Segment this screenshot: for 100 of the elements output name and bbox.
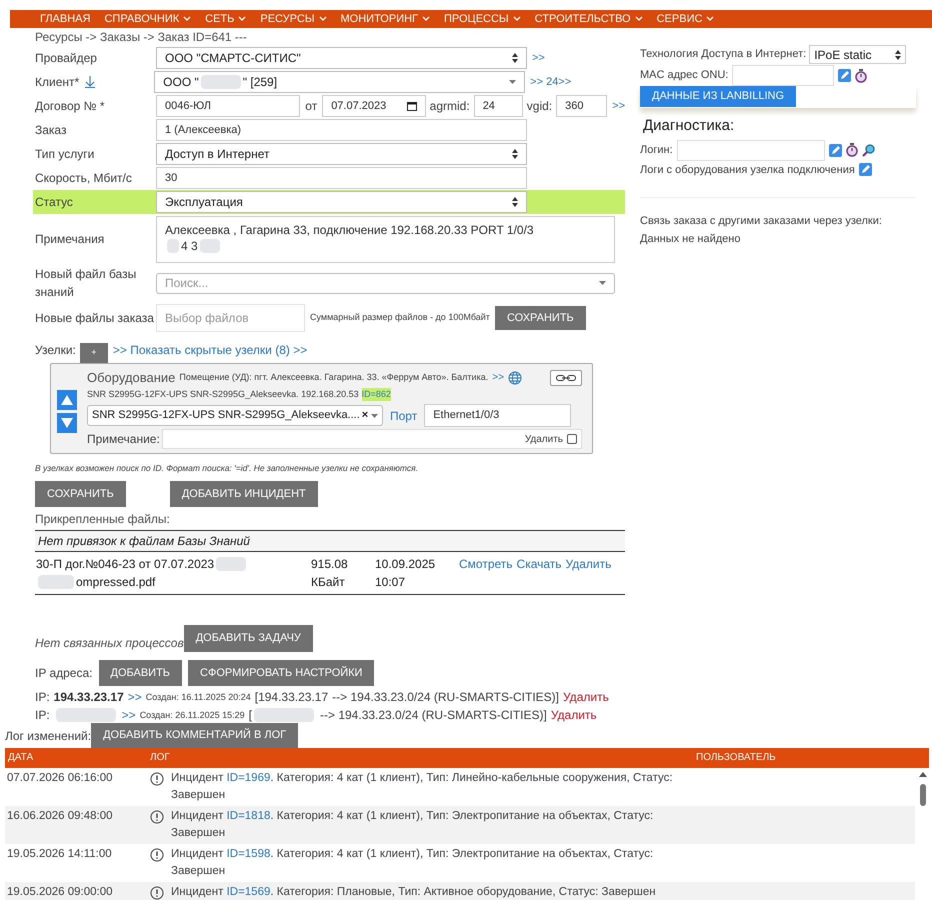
contract-link[interactable]: >> xyxy=(612,98,626,114)
delete-checkbox[interactable] xyxy=(567,434,577,444)
caret-icon xyxy=(634,16,643,22)
dropdown-icon xyxy=(509,80,516,84)
field-label: Статус xyxy=(35,194,74,211)
globe-icon[interactable] xyxy=(508,370,522,385)
kb-note: Нет привязок к файлам Базы Знаний xyxy=(35,531,625,552)
client-select[interactable]: ООО " " [259] xyxy=(154,71,526,93)
edit-icon[interactable] xyxy=(858,163,872,176)
node-note-field[interactable]: Удалить xyxy=(162,429,582,449)
notes-textarea[interactable]: Алексеевка , Гагарина 33, подключение 192.168.20.33 PORT 1/0/3 4 3 xyxy=(156,216,615,262)
incident-link[interactable]: ID=1818 xyxy=(226,810,270,822)
nav-menu-item[interactable]: СЕТЬ xyxy=(205,10,246,28)
mac-field[interactable] xyxy=(732,65,834,86)
redacted-blur xyxy=(167,238,179,252)
save-files-button[interactable]: СОХРАНИТЬ xyxy=(494,306,586,330)
provider-link[interactable]: >> xyxy=(532,50,545,66)
nodes-hint: В узелках возможен поиск по ID. Формат поиска: '=id'. Не заполненные узелки не сохраняются. xyxy=(35,462,419,475)
ip-prefix: IP: xyxy=(35,689,50,706)
add-log-comment-button[interactable]: ДОБАВИТЬ КОММЕНТАРИЙ В ЛОГ xyxy=(91,723,298,748)
redacted-blur xyxy=(200,75,241,89)
port-field[interactable]: Ethernet1/0/3 xyxy=(424,404,572,427)
log-date: 16.06.2026 09:48:00 xyxy=(6,808,114,824)
show-hidden-nodes-link[interactable]: >> Показать скрытые узелки (8) >> xyxy=(112,341,308,359)
ip-prefix: IP: xyxy=(35,707,50,724)
nav-menu-item[interactable]: РЕСУРСЫ xyxy=(260,10,326,28)
caret-icon xyxy=(318,16,326,22)
ip-route: --> 194.33.23.0/24 (RU-SMARTS-CITIES)] xyxy=(332,689,559,706)
stopwatch-icon[interactable] xyxy=(846,143,858,157)
vgid-field[interactable]: 360 xyxy=(556,95,608,117)
service-type-select[interactable]: Доступ в Интернет xyxy=(156,143,527,165)
provider-select[interactable]: ООО "СМАРТС-СИТИС" xyxy=(156,47,527,69)
ip-route: --> 194.33.23.0/24 (RU-SMARTS-CITIES)] xyxy=(320,707,547,724)
clear-icon[interactable]: × xyxy=(362,407,368,424)
field-label: Договор № * xyxy=(35,98,106,115)
ip-created: Создан: 26.11.2025 15:29 xyxy=(140,708,245,722)
lanbilling-button[interactable]: ДАННЫЕ ИЗ LANBILLING xyxy=(640,86,796,107)
edit-icon[interactable] xyxy=(828,144,842,156)
port-label[interactable]: Порт xyxy=(390,406,418,424)
stopwatch-icon[interactable] xyxy=(855,68,868,82)
field-label: Новые файлы заказа xyxy=(35,310,155,327)
order-field[interactable]: 1 (Алексеевка) xyxy=(156,119,527,141)
incident-link[interactable]: ID=1569 xyxy=(226,886,270,898)
field-label: IP адреса: xyxy=(35,665,92,682)
redacted-blur xyxy=(56,708,116,722)
link-button[interactable] xyxy=(550,370,582,386)
updown-icon xyxy=(895,50,902,60)
nav-menu-item[interactable]: СТРОИТЕЛЬСТВО xyxy=(534,10,643,28)
nav-menu-item[interactable]: МОНИТОРИНГ xyxy=(340,10,430,28)
field-label: от xyxy=(305,98,318,115)
ip-action-button[interactable]: ДОБАВИТЬ xyxy=(98,660,182,686)
log-entry: Инцидент ID=1818. Категория: 4 кат (1 клиент), Тип: Электропитание на объектах, Статус: Завершен xyxy=(171,808,654,841)
field-label: Лог изменений: xyxy=(5,728,92,744)
move-up-button[interactable] xyxy=(57,390,77,410)
add-node-button[interactable]: + xyxy=(80,342,108,362)
edit-icon[interactable] xyxy=(838,69,852,82)
contract-date-field[interactable]: 07.07.2023 xyxy=(322,95,426,117)
redacted-blur xyxy=(254,708,314,722)
redacted-blur xyxy=(216,557,246,572)
action-button[interactable]: ДОБАВИТЬ ИНЦИДЕНТ xyxy=(170,480,318,508)
incident-link[interactable]: ID=1969 xyxy=(226,772,270,784)
redacted-blur xyxy=(200,238,220,252)
field-label: Узелки: xyxy=(35,342,76,359)
search-icon[interactable] xyxy=(862,144,875,156)
nav-menu-item[interactable]: СЕРВИС xyxy=(656,10,714,28)
file-picker[interactable]: Выбор файлов xyxy=(156,304,305,332)
field-label: Примечания xyxy=(35,231,106,248)
ip-link[interactable]: >> xyxy=(128,688,142,706)
file-action-link[interactable]: Скачать xyxy=(516,555,562,574)
kb-file-search[interactable]: Поиск... xyxy=(156,272,615,294)
location-link[interactable]: >> xyxy=(492,370,504,386)
incident-link[interactable]: ID=1598 xyxy=(226,848,270,860)
agrmid-field[interactable]: 24 xyxy=(474,95,523,117)
field-label: Заказ xyxy=(35,122,68,139)
field-label: Примечание: xyxy=(87,431,160,448)
ip-action-button[interactable]: СФОРМИРОВАТЬ НАСТРОЙКИ xyxy=(188,660,374,686)
log-entry: Инцидент ID=1969. Категория: 4 кат (1 клиент), Тип: Линейно-кабельные сооружения, Статус: Завершен xyxy=(171,770,674,803)
contract-number-field[interactable]: 0046-ЮЛ xyxy=(156,95,300,117)
action-button[interactable]: СОХРАНИТЬ xyxy=(35,480,126,508)
calendar-icon[interactable] xyxy=(406,101,417,111)
nav-menu-item[interactable]: ГЛАВНАЯ xyxy=(40,10,90,28)
file-time: 10:07 xyxy=(375,574,406,592)
status-select[interactable]: Эксплуатация xyxy=(156,191,527,213)
speed-field[interactable]: 30 xyxy=(156,167,527,189)
nav-menu-item[interactable]: СПРАВОЧНИК xyxy=(104,10,192,28)
client-link[interactable]: >> 24>> xyxy=(530,74,572,90)
ip-link[interactable]: >> xyxy=(122,706,136,724)
move-down-button[interactable] xyxy=(57,413,77,433)
login-field[interactable] xyxy=(676,140,825,160)
breadcrumb: Ресурсы -> Заказы -> Заказ ID=641 --- xyxy=(35,29,248,46)
device-select[interactable]: SNR S2995G-12FX-UPS SNR-S2995G_Alekseevka.... × xyxy=(87,405,383,426)
tech-select[interactable]: IPoE static xyxy=(809,45,906,64)
ip-delete-link[interactable]: Удалить xyxy=(563,688,609,706)
file-action-link[interactable]: Удалить xyxy=(566,555,612,574)
file-action-link[interactable]: Смотреть xyxy=(459,555,513,574)
nav-menu-item[interactable]: ПРОЦЕССЫ xyxy=(444,10,521,28)
download-arrow-icon[interactable] xyxy=(85,76,96,88)
ip-delete-link[interactable]: Удалить xyxy=(550,706,597,724)
add-task-button[interactable]: ДОБАВИТЬ ЗАДАЧУ xyxy=(184,625,313,652)
relation-title: Связь заказа с другими заказами через узелки: xyxy=(640,214,883,229)
